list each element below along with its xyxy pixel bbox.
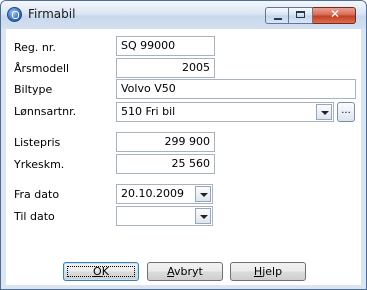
app-icon[interactable] <box>7 7 22 22</box>
cancel-label-rest: vbryt <box>174 265 203 278</box>
help-accel: H <box>253 265 263 278</box>
listepris-label: Listepris <box>14 136 61 149</box>
dropdown-arrow-icon[interactable] <box>195 208 211 224</box>
cancel-button[interactable]: Avbryt <box>147 262 223 281</box>
arsmodell-label: Årsmodell <box>14 62 70 75</box>
help-label-rest: jelp <box>262 265 283 278</box>
fra-dato-label: Fra dato <box>14 188 60 201</box>
maximize-icon <box>296 11 305 18</box>
cancel-accel: A <box>167 265 175 278</box>
maximize-button[interactable] <box>289 7 313 24</box>
til-dato-picker[interactable]: . . <box>116 206 213 226</box>
lonnsartnr-browse-button[interactable]: ... <box>337 102 355 122</box>
close-icon: ✕ <box>330 7 341 21</box>
minimize-button[interactable] <box>265 7 289 24</box>
biltype-input[interactable]: Volvo V50 <box>116 79 356 99</box>
window-title: Firmabil <box>28 7 76 21</box>
yrkeskm-label: Yrkeskm. <box>14 158 65 171</box>
form-area: Reg. nr. SQ 99000 Årsmodell 2005 Biltype… <box>6 29 361 285</box>
firmabil-window: Firmabil ✕ Reg. nr. SQ 99000 Årsmodell 2… <box>0 0 367 290</box>
focus-rect <box>67 266 135 277</box>
close-button[interactable]: ✕ <box>313 7 356 24</box>
lonnsartnr-label: Lønnsartnr. <box>14 105 77 118</box>
biltype-label: Biltype <box>14 83 53 96</box>
listepris-input[interactable]: 299 900 <box>116 132 215 152</box>
dropdown-arrow-icon[interactable] <box>195 186 211 202</box>
fra-dato-picker[interactable]: 20.10.2009 <box>116 184 213 204</box>
minimize-icon <box>274 18 282 20</box>
ok-button[interactable]: OK <box>63 262 139 281</box>
lonnsartnr-value: 510 Fri bil <box>121 105 176 118</box>
dropdown-arrow-icon[interactable] <box>316 104 332 120</box>
fra-dato-value: 20.10.2009 <box>121 187 184 200</box>
yrkeskm-input[interactable]: 25 560 <box>116 154 215 174</box>
reg-nr-input[interactable]: SQ 99000 <box>116 36 215 56</box>
help-button[interactable]: Hjelp <box>230 262 306 281</box>
reg-nr-label: Reg. nr. <box>14 41 56 54</box>
title-bar[interactable]: Firmabil ✕ <box>1 1 366 29</box>
til-dato-label: Til dato <box>14 210 55 223</box>
arsmodell-input[interactable]: 2005 <box>116 58 215 78</box>
lonnsartnr-select[interactable]: 510 Fri bil <box>116 102 334 122</box>
